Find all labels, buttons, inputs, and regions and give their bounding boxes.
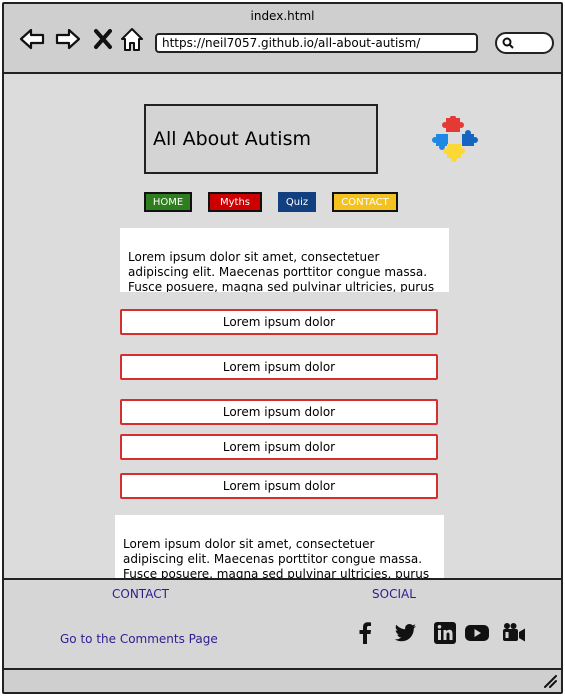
video-camera-icon[interactable] <box>501 620 527 646</box>
youtube-icon[interactable] <box>464 620 490 646</box>
outro-text: Lorem ipsum dolor sit amet, consectetuer… <box>123 537 430 580</box>
search-icon <box>502 37 514 49</box>
resize-handle-icon[interactable] <box>543 674 557 688</box>
browser-window: index.html https://neil7057.github.io/al… <box>2 2 563 694</box>
nav-contact-button[interactable]: CONTACT <box>332 192 398 212</box>
facebook-icon[interactable] <box>352 620 378 646</box>
comments-page-link[interactable]: Go to the Comments Page <box>60 632 218 646</box>
page-footer: CONTACT SOCIAL Go to the Comments Page <box>4 578 561 670</box>
list-item[interactable]: Lorem ipsum dolor <box>120 473 438 499</box>
outro-text-panel: Lorem ipsum dolor sit amet, consectetuer… <box>115 515 444 580</box>
footer-social-heading: SOCIAL <box>372 587 416 601</box>
linkedin-icon[interactable] <box>432 620 458 646</box>
list-item[interactable]: Lorem ipsum dolor <box>120 399 438 425</box>
back-arrow-icon[interactable] <box>17 24 47 54</box>
twitter-icon[interactable] <box>392 620 418 646</box>
window-title: index.html <box>250 9 315 23</box>
list-item[interactable]: Lorem ipsum dolor <box>120 354 438 380</box>
url-input[interactable]: https://neil7057.github.io/all-about-aut… <box>155 33 478 53</box>
list-item[interactable]: Lorem ipsum dolor <box>120 309 438 335</box>
nav-home-button[interactable]: HOME <box>144 192 192 212</box>
browser-search-input[interactable] <box>495 32 554 54</box>
list-item[interactable]: Lorem ipsum dolor <box>120 434 438 460</box>
puzzle-pieces-icon <box>432 116 478 162</box>
browser-toolbar: index.html https://neil7057.github.io/al… <box>4 4 561 74</box>
intro-text: Lorem ipsum dolor sit amet, consectetuer… <box>128 250 435 292</box>
nav-quiz-button[interactable]: Quiz <box>278 192 316 212</box>
site-title: All About Autism <box>144 104 378 174</box>
forward-arrow-icon[interactable] <box>53 24 83 54</box>
intro-text-panel: Lorem ipsum dolor sit amet, consectetuer… <box>120 228 449 292</box>
page-content: All About Autism HOME Myths Quiz CONTACT… <box>4 74 561 580</box>
home-icon[interactable] <box>117 24 147 54</box>
status-bar <box>4 670 561 692</box>
footer-contact-heading[interactable]: CONTACT <box>112 587 169 601</box>
nav-myths-button[interactable]: Myths <box>208 192 262 212</box>
close-x-icon[interactable] <box>88 24 118 54</box>
